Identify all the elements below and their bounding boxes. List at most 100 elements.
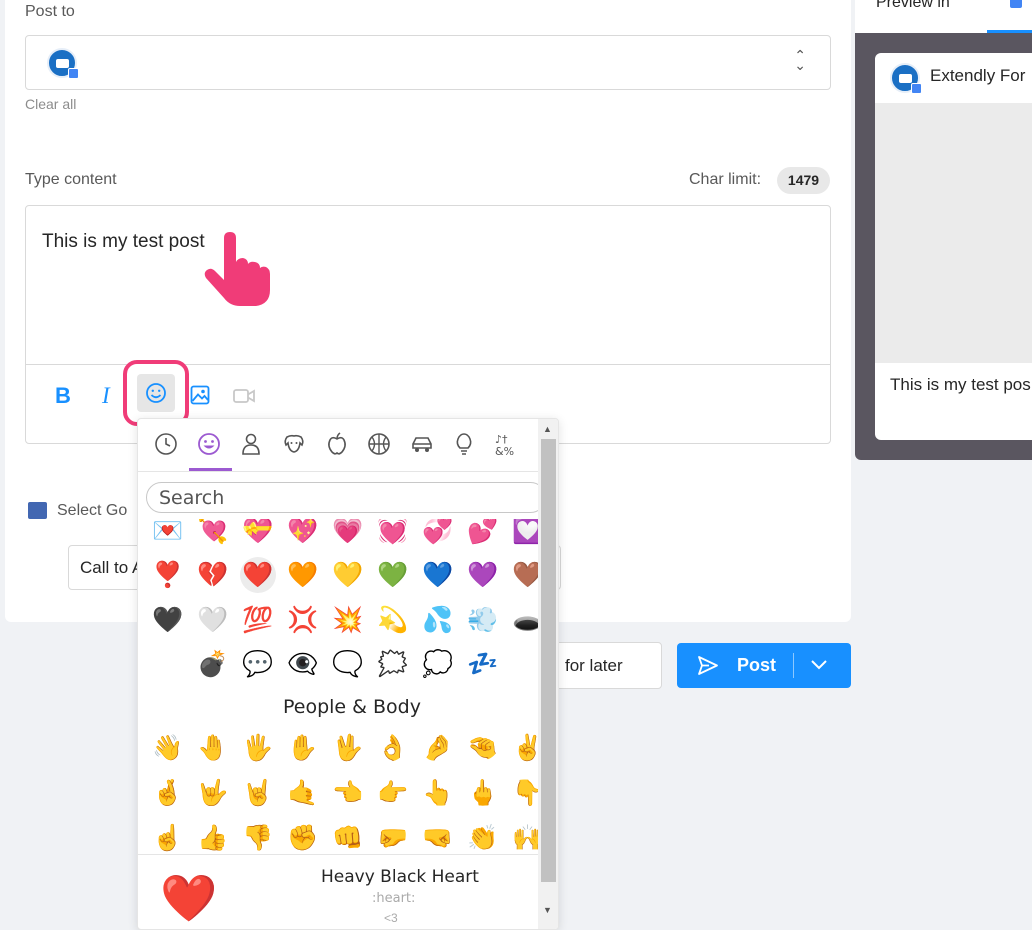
- emoji-item[interactable]: 💯: [240, 602, 276, 638]
- char-limit-badge: 1479: [777, 167, 830, 194]
- save-for-later-button[interactable]: for later: [548, 642, 662, 689]
- emoji-item[interactable]: 💜: [465, 557, 501, 593]
- post-button[interactable]: Post: [677, 643, 851, 688]
- emoji-item[interactable]: 👉: [375, 775, 411, 811]
- emoji-item[interactable]: 👋: [150, 730, 186, 766]
- emoji-item[interactable]: 💥: [330, 602, 366, 638]
- emoji-item[interactable]: 💨: [465, 602, 501, 638]
- preview-emoji-shortcode: :heart:: [372, 891, 416, 906]
- emoji-item[interactable]: ❣️: [150, 557, 186, 593]
- preview-account-name: Extendly For: [930, 66, 1026, 85]
- svg-text:&%: &%: [495, 445, 514, 457]
- emoji-item[interactable]: 💗: [330, 519, 366, 549]
- image-icon[interactable]: [190, 385, 210, 411]
- emoji-item[interactable]: 👁️‍🗨️: [285, 646, 321, 682]
- emoji-item[interactable]: 🧡: [285, 557, 321, 593]
- emoji-item[interactable]: ✊: [285, 820, 321, 854]
- emoji-item[interactable]: 🖖: [330, 730, 366, 766]
- emoji-item[interactable]: 🖐️: [240, 730, 276, 766]
- emoji-item[interactable]: 💖: [285, 519, 321, 549]
- emoji-item[interactable]: 👎: [240, 820, 276, 854]
- emoji-item[interactable]: 🤎: [510, 557, 538, 593]
- smileys-icon[interactable]: [195, 431, 223, 459]
- emoji-item[interactable]: 💔: [195, 557, 231, 593]
- preview-tabs: Preview in: [855, 0, 1032, 33]
- video-icon[interactable]: [233, 387, 255, 410]
- preview-post-text: This is my test pos: [890, 375, 1031, 394]
- emoji-item[interactable]: 👆: [420, 775, 456, 811]
- emoji-search-input[interactable]: Search: [146, 482, 546, 513]
- emoji-item[interactable]: ✋: [285, 730, 321, 766]
- scroll-up-icon[interactable]: ▲: [543, 424, 552, 434]
- emoji-item[interactable]: 🤜: [420, 820, 456, 854]
- emoji-item[interactable]: 🤍: [195, 602, 231, 638]
- emoji-button[interactable]: [123, 360, 189, 426]
- emoji-picker: ♪†&% Search People & Body 💌💘💝💖💗💓💞💕💟❣️💔❤️…: [137, 418, 559, 930]
- emoji-item[interactable]: 💕: [465, 519, 501, 549]
- symbols-icon[interactable]: ♪† &%: [493, 431, 521, 459]
- travel-icon[interactable]: [408, 431, 436, 459]
- emoji-item[interactable]: 💞: [420, 519, 456, 549]
- emoji-item[interactable]: 🤘: [240, 775, 276, 811]
- objects-icon[interactable]: [450, 431, 478, 459]
- emoji-item[interactable]: 💝: [240, 519, 276, 549]
- emoji-item[interactable]: 🖕: [465, 775, 501, 811]
- emoji-button-bg: [137, 374, 175, 412]
- scroll-down-icon[interactable]: ▼: [543, 905, 552, 915]
- recent-icon[interactable]: [152, 431, 180, 459]
- emoji-item[interactable]: 👌: [375, 730, 411, 766]
- emoji-item[interactable]: 🙌: [510, 820, 538, 854]
- emoji-item[interactable]: 💌: [150, 519, 186, 549]
- preview-title: Preview in: [876, 0, 950, 11]
- emoji-item[interactable]: 🤙: [285, 775, 321, 811]
- emoji-item[interactable]: 💬: [240, 646, 276, 682]
- emoji-item[interactable]: 💦: [420, 602, 456, 638]
- emoji-item[interactable]: 💢: [285, 602, 321, 638]
- emoji-item[interactable]: 💫: [375, 602, 411, 638]
- emoji-item[interactable]: 💘: [195, 519, 231, 549]
- emoji-item[interactable]: 👏: [465, 820, 501, 854]
- emoji-item[interactable]: ☝️: [150, 820, 186, 854]
- select-chevron-icon: ⌃ ⌄: [794, 47, 806, 73]
- emoji-item[interactable]: 💙: [420, 557, 456, 593]
- emoji-item[interactable]: ✌️: [510, 730, 538, 766]
- bold-icon[interactable]: B: [55, 383, 71, 409]
- emoji-item[interactable]: 🤚: [195, 730, 231, 766]
- emoji-item[interactable]: 👊: [330, 820, 366, 854]
- clear-all-link[interactable]: Clear all: [25, 96, 76, 112]
- emoji-item[interactable]: 🗨️: [330, 646, 366, 682]
- scrollbar-thumb[interactable]: [541, 439, 556, 882]
- people-icon[interactable]: [237, 431, 265, 459]
- preview-post-card: Extendly For This is my test pos: [875, 53, 1032, 440]
- emoji-scrollbar[interactable]: ▲ ▼: [538, 419, 558, 929]
- chevron-down-icon[interactable]: [810, 659, 828, 671]
- animals-icon[interactable]: [280, 431, 308, 459]
- food-icon[interactable]: [323, 431, 351, 459]
- emoji-item[interactable]: ❤️: [240, 557, 276, 593]
- emoji-item[interactable]: 🤏: [465, 730, 501, 766]
- post-to-select[interactable]: ⌃ ⌄: [25, 35, 831, 90]
- emoji-item[interactable]: 🤌: [420, 730, 456, 766]
- emoji-item[interactable]: 💤: [465, 646, 501, 682]
- emoji-item[interactable]: 🤞: [150, 775, 186, 811]
- emoji-item[interactable]: 💛: [330, 557, 366, 593]
- emoji-item[interactable]: 💭: [420, 646, 456, 682]
- emoji-item[interactable]: 🗯️: [375, 646, 411, 682]
- gmb-tab-icon[interactable]: [1010, 0, 1022, 8]
- emoji-item[interactable]: 👇: [510, 775, 538, 811]
- emoji-item[interactable]: 🕳️: [510, 602, 538, 638]
- emoji-preview: ❤️ Heavy Black Heart :heart: <3: [138, 854, 538, 929]
- activity-icon[interactable]: [365, 431, 393, 459]
- emoji-item[interactable]: 💟: [510, 519, 538, 549]
- emoji-item[interactable]: 🤟: [195, 775, 231, 811]
- emoji-item[interactable]: 💣: [195, 646, 231, 682]
- emoji-item[interactable]: 🖤: [150, 602, 186, 638]
- emoji-item[interactable]: 👈: [330, 775, 366, 811]
- emoji-item[interactable]: 💓: [375, 519, 411, 549]
- content-text[interactable]: This is my test post: [42, 231, 205, 253]
- emoji-item[interactable]: 💚: [375, 557, 411, 593]
- italic-icon[interactable]: I: [102, 383, 110, 409]
- post-to-label: Post to: [25, 3, 75, 20]
- emoji-item[interactable]: 👍: [195, 820, 231, 854]
- emoji-item[interactable]: 🤛: [375, 820, 411, 854]
